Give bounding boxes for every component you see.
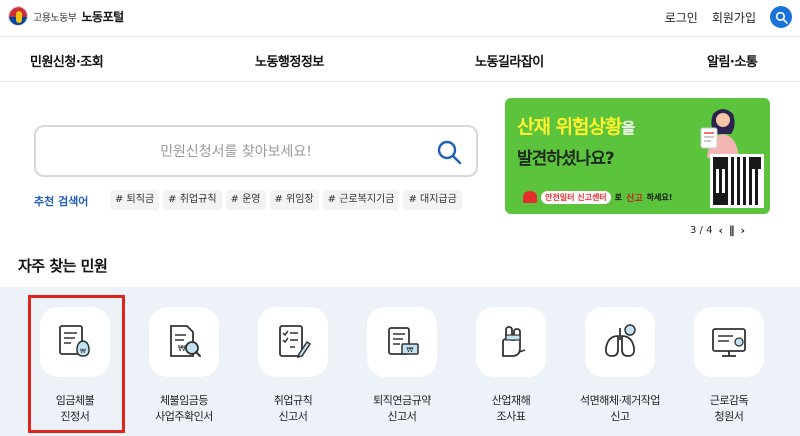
site-logo[interactable]: 고용노동부 노동포털 <box>8 6 124 26</box>
document-search-icon: ₩ <box>170 325 201 357</box>
signup-link[interactable]: 회원가입 <box>712 9 756 26</box>
top-bar: 고용노동부 노동포털 로그인 회원가입 <box>0 0 800 36</box>
nav-item-labor-guide[interactable]: 노동길라잡이 <box>475 51 544 70</box>
prev-slide-icon[interactable]: ‹ <box>718 224 723 237</box>
nav-item-civil-petition[interactable]: 민원신청·조회 <box>30 51 104 70</box>
banner-headline: 산재 위험상황을 <box>517 112 636 139</box>
government-emblem-icon <box>8 6 28 26</box>
checklist-icon <box>279 325 312 359</box>
monitor-icon <box>712 328 746 357</box>
svg-text:₩: ₩ <box>407 346 414 354</box>
keyword-chip[interactable]: # 근로복지기금 <box>322 190 400 210</box>
ministry-name: 고용노동부 <box>33 12 77 24</box>
pause-icon[interactable]: ∥ <box>729 224 735 237</box>
search-icon <box>775 11 788 24</box>
report-suffix-b: 하세요! <box>646 192 673 202</box>
freq-icon-box: ₩ <box>367 307 437 377</box>
keyword-chip[interactable]: # 위임장 <box>269 190 319 210</box>
freq-icon-box <box>585 307 655 377</box>
frequent-item-label: 석면해체·제거작업 신고 <box>580 394 660 423</box>
report-center-badge: 안전일터 신고센터 <box>541 190 611 204</box>
next-slide-icon[interactable]: › <box>741 224 746 237</box>
svg-text:₩: ₩ <box>178 344 186 353</box>
nav-item-notice[interactable]: 알림·소통 <box>707 51 758 70</box>
search-input[interactable] <box>56 139 416 165</box>
frequent-item-label: 취업규칙 신고서 <box>273 394 313 423</box>
frequent-item-label: 산업재해 조사표 <box>491 394 531 423</box>
frequent-item-asbestos-removal[interactable]: 석면해체·제거작업 신고 <box>566 307 674 425</box>
main-nav: 민원신청·조회 노동행정정보 노동길라잡이 알림·소통 <box>0 36 800 82</box>
promo-banner[interactable]: 산재 위험상황을 발견하셨나요? 안전일터 신고센터 로 신고 하세요! <box>505 98 770 214</box>
keyword-chip[interactable]: # 운영 <box>225 190 266 210</box>
siren-icon <box>523 191 537 203</box>
frequent-item-pension-rules[interactable]: ₩ 퇴직연금규약 신고서 <box>348 307 456 425</box>
keyword-chip[interactable]: # 대지급금 <box>403 190 462 210</box>
frequent-item-employer-confirmation[interactable]: ₩ 체불임금등 사업주확인서 <box>130 307 238 425</box>
banner-headline-particle: 을 <box>621 119 636 137</box>
injured-hand-icon <box>502 326 526 357</box>
frequent-item-label: 퇴직연금규약 신고서 <box>373 394 431 423</box>
frequent-item-industrial-accident[interactable]: 산업재해 조사표 <box>457 307 565 425</box>
search-icon[interactable] <box>436 139 462 165</box>
frequent-item-employment-rules[interactable]: 취업규칙 신고서 <box>239 307 347 425</box>
frequent-item-labor-inspection[interactable]: 근로감독 청원서 <box>675 307 783 425</box>
recommended-keywords: # 퇴직금 # 취업규칙 # 운영 # 위임장 # 근로복지기금 # 대지급금 <box>110 190 462 210</box>
frequent-item-label: 체불임금등 사업주확인서 <box>155 394 213 423</box>
frequent-petitions-title: 자주 찾는 민원 <box>18 257 108 275</box>
portal-name: 노동포털 <box>81 9 125 24</box>
top-links: 로그인 회원가입 <box>665 6 792 28</box>
banner-page-indicator: 3 / 4 <box>690 225 713 236</box>
keyword-chip[interactable]: # 퇴직금 <box>110 190 160 210</box>
pension-scroll-icon: ₩ <box>388 327 419 355</box>
selection-highlight <box>28 295 125 433</box>
freq-icon-box: ₩ <box>149 307 219 377</box>
woman-reporting-illustration-icon <box>700 109 739 158</box>
banner-report-line: 안전일터 신고센터 로 신고 하세요! <box>523 188 672 206</box>
banner-pager: 3 / 4 ‹ ∥ › <box>690 224 745 237</box>
lungs-icon <box>604 324 636 357</box>
recommended-keywords-label: 추천 검색어 <box>34 195 89 208</box>
report-strong: 신고 <box>626 193 643 204</box>
frequent-item-label: 근로감독 청원서 <box>709 394 749 423</box>
banner-subheadline: 발견하셨나요? <box>517 149 615 169</box>
freq-icon-box <box>476 307 546 377</box>
report-suffix-a: 로 <box>614 192 623 202</box>
freq-icon-box <box>694 307 764 377</box>
qr-code[interactable] <box>710 154 764 208</box>
search-box <box>34 125 478 177</box>
freq-icon-box <box>258 307 328 377</box>
banner-headline-text: 산재 위험상황 <box>517 116 622 138</box>
keyword-chip[interactable]: # 취업규칙 <box>163 190 222 210</box>
search-menu-button[interactable] <box>770 6 792 28</box>
login-link[interactable]: 로그인 <box>665 9 698 26</box>
nav-item-labor-admin[interactable]: 노동행정정보 <box>255 51 324 70</box>
